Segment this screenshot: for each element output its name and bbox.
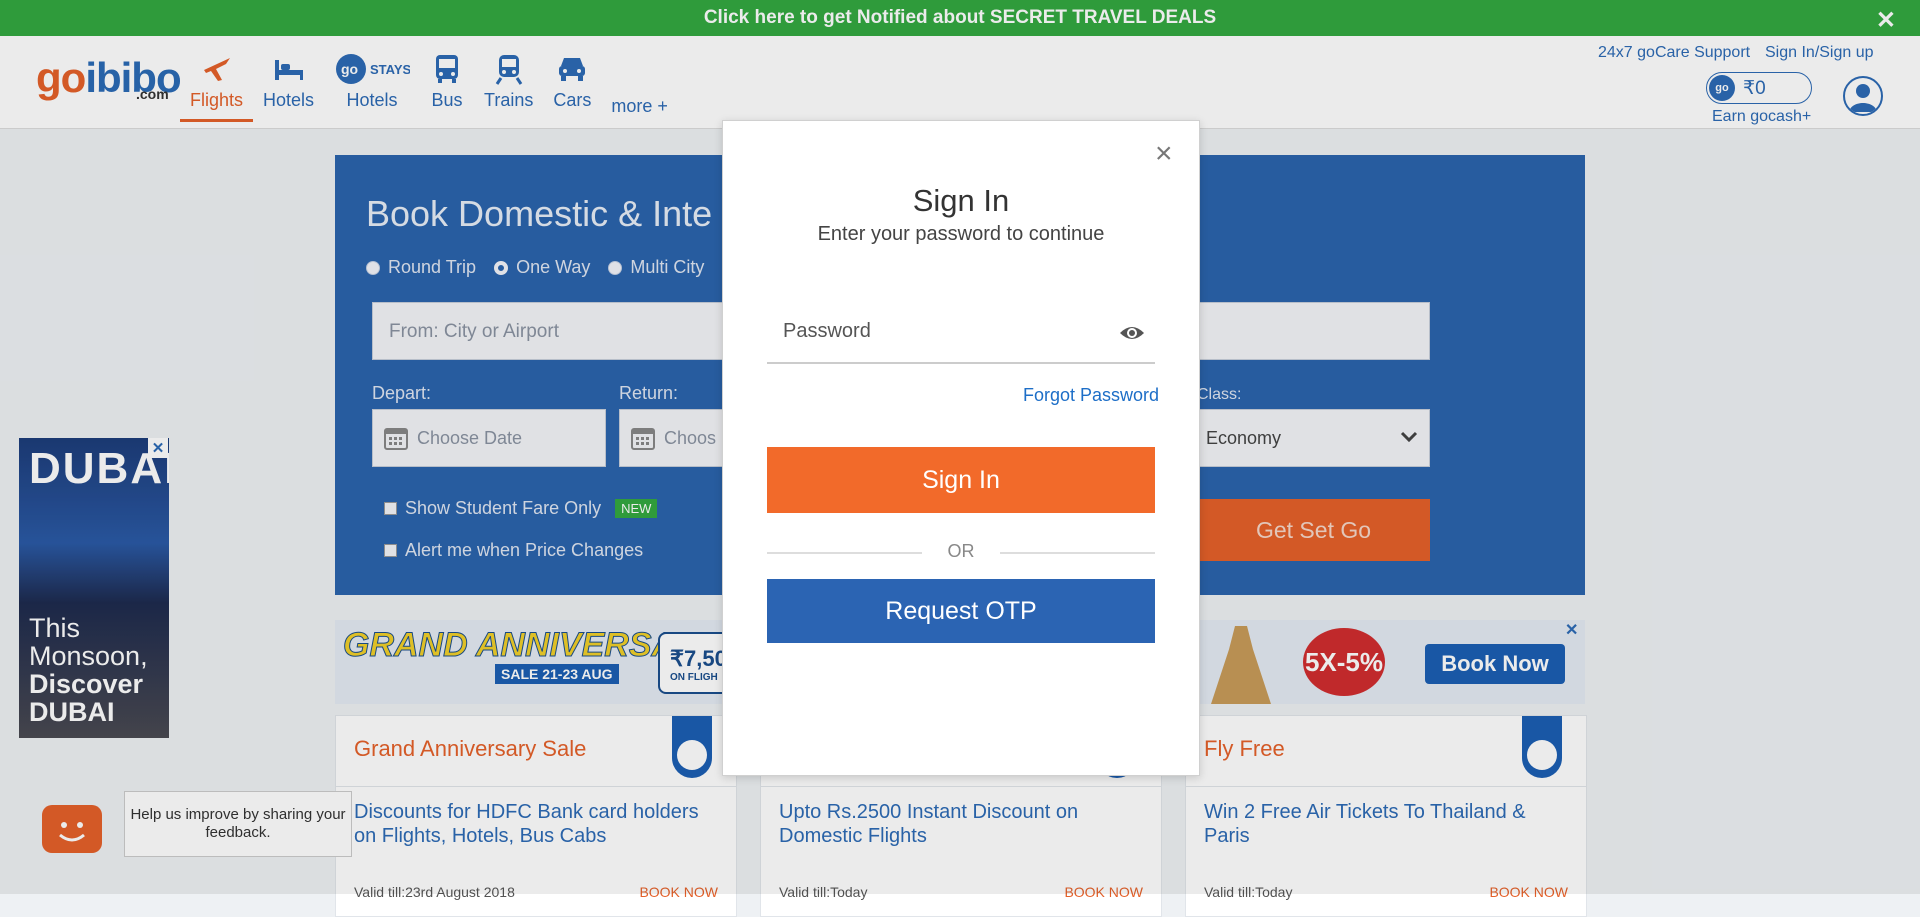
password-field-wrapper (767, 301, 1155, 364)
or-divider-right (1000, 552, 1155, 554)
signin-button[interactable]: Sign In (767, 447, 1155, 513)
close-icon[interactable]: × (1155, 137, 1173, 171)
modal-title: Sign In (912, 183, 1010, 218)
signin-modal: × Sign In Enter your password to continu… (722, 120, 1200, 776)
show-password-eye-icon[interactable] (1119, 323, 1145, 343)
password-input[interactable] (767, 301, 1115, 361)
forgot-password-link[interactable]: Forgot Password (1023, 385, 1159, 406)
request-otp-button[interactable]: Request OTP (767, 579, 1155, 643)
modal-subtitle: Enter your password to continue (817, 223, 1105, 245)
